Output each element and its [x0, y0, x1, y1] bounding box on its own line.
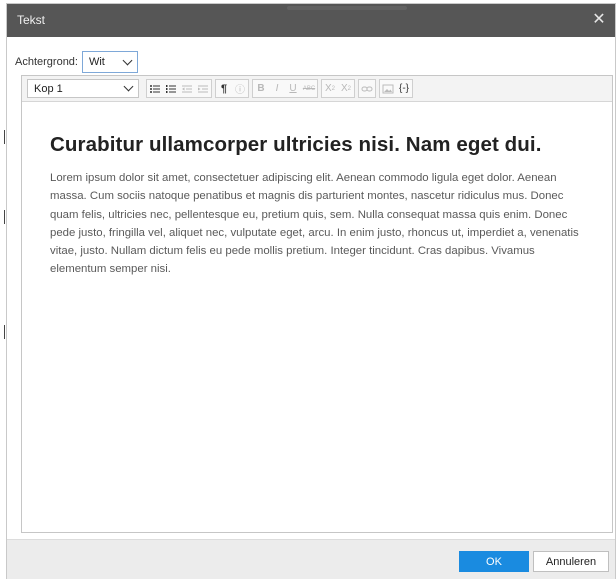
- chevron-down-icon: [122, 55, 133, 65]
- cancel-button[interactable]: Annuleren: [533, 551, 609, 572]
- link-button-group: [358, 79, 376, 98]
- image-icon[interactable]: [380, 80, 396, 97]
- content-heading: Curabitur ullamcorper ultricies nisi. Na…: [50, 133, 542, 156]
- script-button-group: X2 X2: [321, 79, 355, 98]
- dialog-title: Tekst: [17, 13, 46, 27]
- edge-mark: [4, 325, 5, 339]
- subscript-icon[interactable]: X2: [322, 80, 338, 97]
- numbered-list-icon[interactable]: [163, 80, 179, 97]
- editor-content[interactable]: Curabitur ullamcorper ultricies nisi. Na…: [22, 103, 612, 279]
- background-select-value: Wit: [88, 56, 105, 68]
- insert-button-group: {-}: [379, 79, 413, 98]
- rich-text-editor: Kop 1 ¶ ⓘ B I U ABC X 2 X 2 {-} Curabitu…: [21, 75, 613, 533]
- format-select-value: Kop 1: [34, 82, 63, 95]
- italic-icon[interactable]: I: [269, 80, 285, 97]
- text-dialog: Tekst ✕ Achtergrond: Wit Kop 1 ¶ ⓘ B I U…: [6, 3, 616, 579]
- format-select[interactable]: Kop 1: [27, 79, 139, 98]
- bold-icon[interactable]: B: [253, 80, 269, 97]
- background-select[interactable]: Wit: [81, 51, 138, 73]
- list-button-group: [146, 79, 212, 98]
- paragraph-icon[interactable]: ¶: [216, 80, 232, 97]
- indent-icon[interactable]: [195, 80, 211, 97]
- edge-mark: [4, 210, 5, 224]
- underline-icon[interactable]: U: [285, 80, 301, 97]
- chevron-down-icon: [123, 81, 134, 92]
- block-button-group: ¶ ⓘ: [215, 79, 249, 98]
- ok-button[interactable]: OK: [459, 551, 529, 572]
- superscript-icon[interactable]: X2: [338, 80, 354, 97]
- editor-toolbar: Kop 1 ¶ ⓘ B I U ABC X 2 X 2 {-}: [22, 76, 612, 102]
- info-icon[interactable]: ⓘ: [232, 80, 248, 97]
- code-icon[interactable]: {-}: [396, 80, 412, 97]
- outdent-icon[interactable]: [179, 80, 195, 97]
- background-label: Achtergrond:: [15, 56, 78, 68]
- content-paragraph: Lorem ipsum dolor sit amet, consectetuer…: [50, 172, 579, 276]
- background-text-blur: [287, 6, 407, 10]
- dialog-titlebar: Tekst ✕: [7, 4, 615, 37]
- close-icon[interactable]: ✕: [589, 10, 609, 30]
- dialog-footer: OK Annuleren: [7, 539, 615, 579]
- background-setting: Achtergrond: Wit: [15, 51, 138, 73]
- link-icon[interactable]: [359, 80, 375, 97]
- strikethrough-icon[interactable]: ABC: [301, 80, 317, 97]
- bullet-list-icon[interactable]: [147, 80, 163, 97]
- style-button-group: B I U ABC: [252, 79, 318, 98]
- edge-mark: [4, 130, 5, 144]
